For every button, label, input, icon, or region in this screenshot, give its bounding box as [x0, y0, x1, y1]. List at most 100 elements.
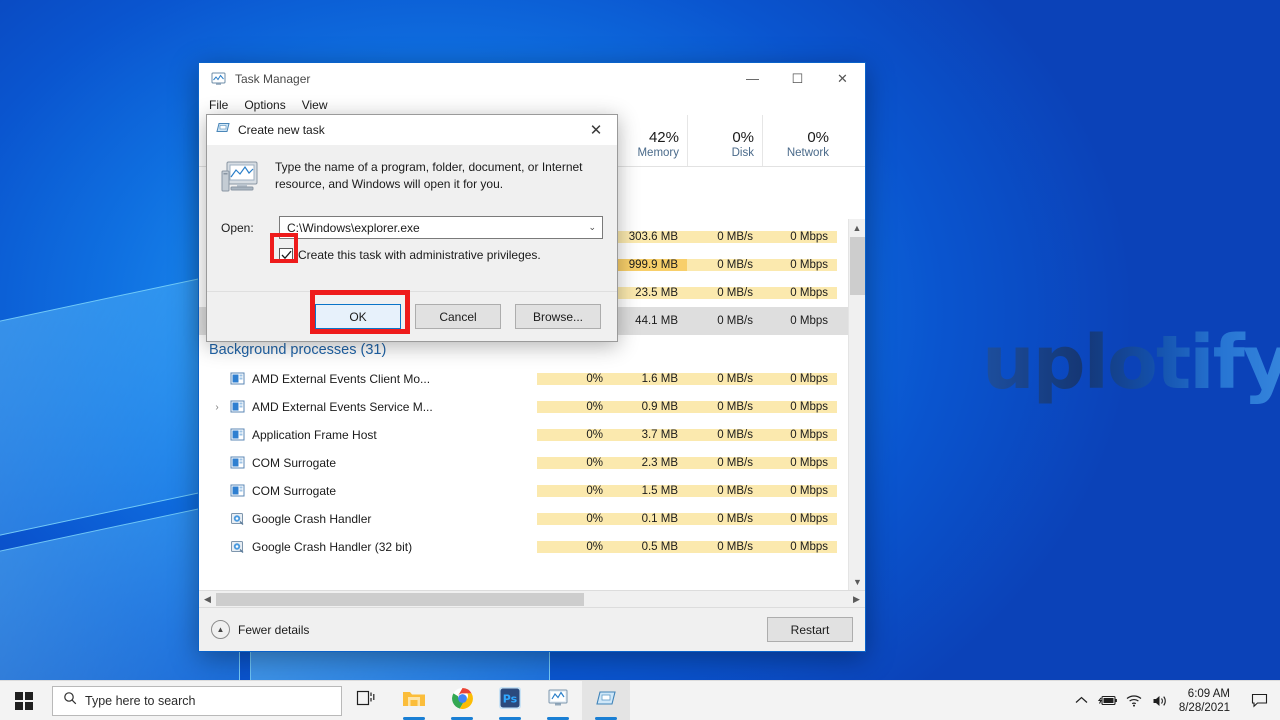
scroll-up-arrow-icon[interactable]: ▲	[849, 219, 865, 236]
clock-date: 8/28/2021	[1178, 701, 1230, 714]
vertical-scrollbar[interactable]: ▲ ▼	[848, 219, 865, 590]
dialog-title: Create new task	[238, 123, 325, 137]
table-row[interactable]: Application Frame Host 0% 3.7 MB 0 MB/s …	[199, 421, 865, 449]
process-name: Google Crash Handler (32 bit)	[252, 540, 413, 554]
open-combobox[interactable]: C:\Windows\explorer.exe ⌄	[279, 216, 603, 239]
ok-button[interactable]: OK	[315, 304, 401, 329]
scroll-down-arrow-icon[interactable]: ▼	[849, 573, 865, 590]
task-manager-menubar: File Options View	[199, 95, 865, 115]
table-row[interactable]: Google Crash Handler (32 bit) 0% 0.5 MB …	[199, 533, 865, 561]
memory-usage-pct: 42%	[648, 129, 679, 146]
process-disk: 0 MB/s	[687, 401, 762, 413]
taskbar-clock[interactable]: 6:09 AM 8/28/2021	[1173, 687, 1242, 715]
table-row[interactable]: Google Crash Handler 0% 0.1 MB 0 MB/s 0 …	[199, 505, 865, 533]
process-cpu: 0%	[537, 401, 612, 413]
google-crash-handler-icon	[230, 540, 245, 554]
table-row[interactable]: COM Surrogate 0% 2.3 MB 0 MB/s 0 Mbps	[199, 449, 865, 477]
start-button[interactable]	[0, 681, 48, 720]
generic-app-icon	[230, 372, 245, 386]
process-disk: 0 MB/s	[687, 541, 762, 553]
process-memory: 44.1 MB	[635, 315, 678, 327]
scroll-right-arrow-icon[interactable]: ▶	[848, 594, 865, 605]
process-name-cell: Google Crash Handler	[199, 512, 537, 526]
process-network: 0 Mbps	[762, 401, 837, 413]
expand-chevron-icon[interactable]: ›	[211, 402, 223, 413]
horizontal-scrollbar-thumb[interactable]	[216, 592, 584, 606]
search-input[interactable]: Type here to search	[52, 685, 342, 716]
photoshop-button[interactable]: Ps	[486, 681, 534, 720]
table-row[interactable]: AMD External Events Client Mo... 0% 1.6 …	[199, 365, 865, 393]
dialog-description-row: Type the name of a program, folder, docu…	[221, 159, 603, 200]
menu-item-view[interactable]: View	[302, 98, 328, 112]
column-header-memory[interactable]: 42% Memory	[612, 115, 687, 166]
open-field-row: Open: C:\Windows\explorer.exe ⌄	[221, 216, 603, 239]
vertical-scrollbar-thumb[interactable]	[850, 237, 865, 295]
process-network: 0 Mbps	[762, 259, 837, 271]
system-tray: 6:09 AM 8/28/2021	[1069, 681, 1280, 720]
process-cpu: 0%	[537, 541, 612, 553]
open-input-value[interactable]: C:\Windows\explorer.exe	[287, 221, 420, 235]
google-chrome-button[interactable]	[438, 681, 486, 720]
table-row[interactable]: › AMD External Events Service M... 0% 0.…	[199, 393, 865, 421]
process-memory: 1.5 MB	[612, 485, 687, 497]
create-new-task-dialog: Create new task ✕ Type the name of a pro…	[206, 114, 618, 342]
process-name: AMD External Events Service M...	[252, 400, 433, 414]
process-disk: 0 MB/s	[687, 259, 762, 271]
photoshop-icon: Ps	[499, 687, 521, 714]
process-name: AMD External Events Client Mo...	[252, 372, 431, 386]
minimize-button[interactable]: —	[730, 63, 775, 95]
process-memory: 3.7 MB	[612, 429, 687, 441]
task-manager-icon	[547, 688, 569, 713]
process-disk: 0 MB/s	[687, 429, 762, 441]
dialog-close-button[interactable]: ✕	[575, 115, 617, 145]
task-manager-taskbar-button[interactable]	[534, 681, 582, 720]
process-memory: 0.9 MB	[612, 401, 687, 413]
generic-app-icon	[230, 456, 245, 470]
window-controls: — ☐ ✕	[730, 63, 865, 95]
task-view-button[interactable]	[342, 681, 390, 720]
fewer-details-button[interactable]: ▲ Fewer details	[211, 620, 309, 639]
table-row[interactable]: COM Surrogate 0% 1.5 MB 0 MB/s 0 Mbps	[199, 477, 865, 505]
process-disk: 0 MB/s	[687, 513, 762, 525]
process-name-cell: AMD External Events Client Mo...	[199, 372, 537, 386]
network-column-label: Network	[786, 147, 829, 159]
restart-button[interactable]: Restart	[767, 617, 853, 642]
admin-privileges-label: Create this task with administrative pri…	[298, 248, 541, 262]
column-header-network[interactable]: 0% Network	[762, 115, 837, 166]
active-window-button[interactable]	[582, 680, 630, 720]
file-explorer-button[interactable]	[390, 681, 438, 720]
process-network: 0 Mbps	[762, 513, 837, 525]
task-manager-title: Task Manager	[235, 71, 311, 86]
chevron-up-icon[interactable]	[1069, 681, 1095, 720]
chrome-icon	[451, 687, 474, 715]
battery-charging-icon[interactable]	[1095, 681, 1121, 720]
process-memory: 303.6 MB	[612, 231, 687, 243]
admin-privileges-row[interactable]: Create this task with administrative pri…	[221, 248, 603, 262]
scroll-left-arrow-icon[interactable]: ◀	[199, 594, 216, 605]
column-header-disk[interactable]: 0% Disk	[687, 115, 762, 166]
browse-button[interactable]: Browse...	[515, 304, 601, 329]
dialog-titlebar[interactable]: Create new task ✕	[207, 115, 617, 145]
process-cpu: 0%	[537, 485, 612, 497]
close-button[interactable]: ✕	[820, 63, 865, 95]
process-network: 0 Mbps	[762, 231, 837, 243]
wifi-icon[interactable]	[1121, 681, 1147, 720]
maximize-button[interactable]: ☐	[775, 63, 820, 95]
horizontal-scrollbar[interactable]: ◀ ▶	[199, 590, 865, 607]
chevron-down-icon[interactable]: ⌄	[588, 222, 596, 233]
process-network: 0 Mbps	[762, 457, 837, 469]
process-name: COM Surrogate	[252, 456, 337, 470]
speaker-icon[interactable]	[1147, 681, 1173, 720]
fewer-details-label: Fewer details	[238, 622, 310, 637]
menu-item-options[interactable]: Options	[244, 98, 285, 112]
process-network: 0 Mbps	[762, 485, 837, 497]
cancel-button[interactable]: Cancel	[415, 304, 501, 329]
process-disk: 0 MB/s	[687, 373, 762, 385]
task-manager-titlebar[interactable]: Task Manager — ☐ ✕	[199, 63, 865, 95]
process-disk: 0 MB/s	[687, 485, 762, 497]
notification-icon[interactable]	[1242, 681, 1276, 720]
svg-text:Ps: Ps	[503, 693, 518, 706]
menu-item-file[interactable]: File	[209, 98, 228, 112]
horizontal-scrollbar-track[interactable]	[216, 592, 848, 606]
admin-privileges-checkbox[interactable]	[279, 248, 293, 262]
